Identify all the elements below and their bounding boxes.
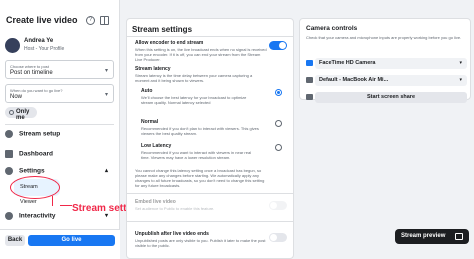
- chevron-up-icon: ▴: [105, 168, 109, 174]
- go-live-time-select[interactable]: When do you want to go live? Now ▾: [5, 84, 114, 103]
- nav-viewer[interactable]: Viewer: [20, 199, 37, 205]
- post-location-select[interactable]: Choose where to post Post on timeline ▾: [5, 60, 114, 79]
- divider: [127, 36, 293, 37]
- nav-dashboard-label: Dashboard: [19, 150, 53, 158]
- interactivity-icon: [5, 212, 13, 220]
- divider: [127, 193, 293, 194]
- popout-icon: [455, 233, 463, 240]
- divider: [5, 124, 114, 125]
- latency-option-low-desc: Recommended if you want to interact with…: [141, 150, 252, 160]
- latency-radio-auto[interactable]: [275, 89, 282, 96]
- encoder-setting-desc: When this setting is on, the live broadc…: [135, 47, 267, 62]
- latency-option-auto[interactable]: Auto: [141, 88, 152, 94]
- chevron-down-icon: ▾: [104, 92, 108, 98]
- latency-desc: Stream latency is the time delay between…: [135, 73, 253, 83]
- nav-stream-setup[interactable]: Stream setup: [5, 130, 60, 138]
- nav-settings[interactable]: Settings ▴: [5, 167, 108, 175]
- embed-setting-title: Embed live video: [135, 199, 176, 205]
- camera-select[interactable]: FaceTime HD Camera ▾: [315, 58, 467, 69]
- page-title: Create live video: [6, 15, 78, 25]
- panel-title: Stream settings: [132, 25, 193, 34]
- unpublish-toggle[interactable]: [269, 233, 287, 242]
- encoder-toggle[interactable]: [269, 41, 287, 50]
- camera-controls-panel: Camera controls Check that your camera a…: [299, 18, 471, 103]
- unpublish-setting-desc: Unpublished posts are only visible to yo…: [135, 238, 266, 248]
- lock-icon: [9, 110, 14, 115]
- layout-toggle-icon[interactable]: [100, 16, 109, 25]
- encoder-setting-title: Allow encoder to end stream: [135, 40, 204, 46]
- nav-interactivity-label: Interactivity: [19, 212, 56, 220]
- sidebar: Create live video ? Andrea Ye Host - You…: [0, 0, 147, 259]
- sidebar-footer: Back Go live: [0, 229, 120, 259]
- post-location-value: Post on timeline: [10, 70, 53, 76]
- back-button[interactable]: Back: [5, 235, 25, 246]
- camera-select-value: FaceTime HD Camera: [319, 60, 376, 66]
- chevron-down-icon: ▾: [459, 77, 462, 83]
- post-location-label: Choose where to post: [10, 64, 49, 69]
- nav-stream-setup-label: Stream setup: [19, 130, 61, 138]
- help-icon[interactable]: ?: [86, 16, 95, 25]
- privacy-label: Only me: [16, 109, 30, 121]
- latency-title: Stream latency: [135, 66, 171, 72]
- latency-option-auto-desc: We'll choose the best latency for your b…: [141, 95, 247, 105]
- stream-setup-icon: [5, 130, 13, 138]
- camera-controls-desc: Check that your camera and microphone in…: [306, 35, 462, 40]
- nav-interactivity[interactable]: Interactivity ▾: [5, 212, 108, 220]
- stream-settings-panel: Stream settings Allow encoder to end str…: [126, 18, 294, 259]
- privacy-button[interactable]: Only me: [5, 107, 37, 121]
- stream-preview-button[interactable]: Stream preview: [395, 229, 469, 244]
- chevron-down-icon: ▾: [104, 68, 108, 74]
- microphone-select-value: Default - MacBook Air Mi...: [319, 77, 389, 83]
- dashboard-icon: [5, 150, 13, 158]
- latency-note: You cannot change this latency setting o…: [135, 168, 265, 188]
- nav-settings-label: Settings: [19, 167, 45, 175]
- chevron-down-icon: ▾: [459, 60, 462, 66]
- latency-option-normal[interactable]: Normal: [141, 119, 158, 125]
- latency-option-normal-desc: Recommended if you don't plan to interac…: [141, 126, 259, 136]
- camera-icon: [306, 60, 313, 66]
- latency-radio-low[interactable]: [275, 144, 282, 151]
- profile-name: Andrea Ye: [24, 38, 54, 44]
- camera-controls-title: Camera controls: [306, 25, 358, 32]
- embed-toggle[interactable]: [269, 201, 287, 210]
- microphone-select[interactable]: Default - MacBook Air Mi... ▾: [315, 75, 467, 86]
- screen-share-icon: [306, 94, 313, 100]
- start-screen-share-button[interactable]: Start screen share: [315, 92, 467, 103]
- go-live-time-label: When do you want to go live?: [10, 88, 63, 93]
- annotation-line: [52, 196, 53, 206]
- go-live-button[interactable]: Go live: [28, 235, 115, 246]
- embed-setting-desc: Set audience to Public to enable this fe…: [135, 206, 215, 211]
- unpublish-setting-title: Unpublish after live video ends: [135, 231, 209, 237]
- latency-option-low[interactable]: Low Latency: [141, 143, 171, 149]
- chevron-down-icon: ▾: [105, 213, 109, 219]
- microphone-icon: [306, 77, 313, 83]
- latency-radio-normal[interactable]: [275, 120, 282, 127]
- avatar: [5, 38, 20, 53]
- divider: [127, 221, 293, 222]
- go-live-time-value: Now: [10, 94, 23, 100]
- stream-preview-label: Stream preview: [401, 233, 446, 239]
- annotation-arrow: [60, 205, 72, 206]
- profile-subtitle: Host - Your Profile: [24, 46, 65, 52]
- nav-dashboard[interactable]: Dashboard: [5, 150, 53, 158]
- gear-icon: [5, 167, 13, 175]
